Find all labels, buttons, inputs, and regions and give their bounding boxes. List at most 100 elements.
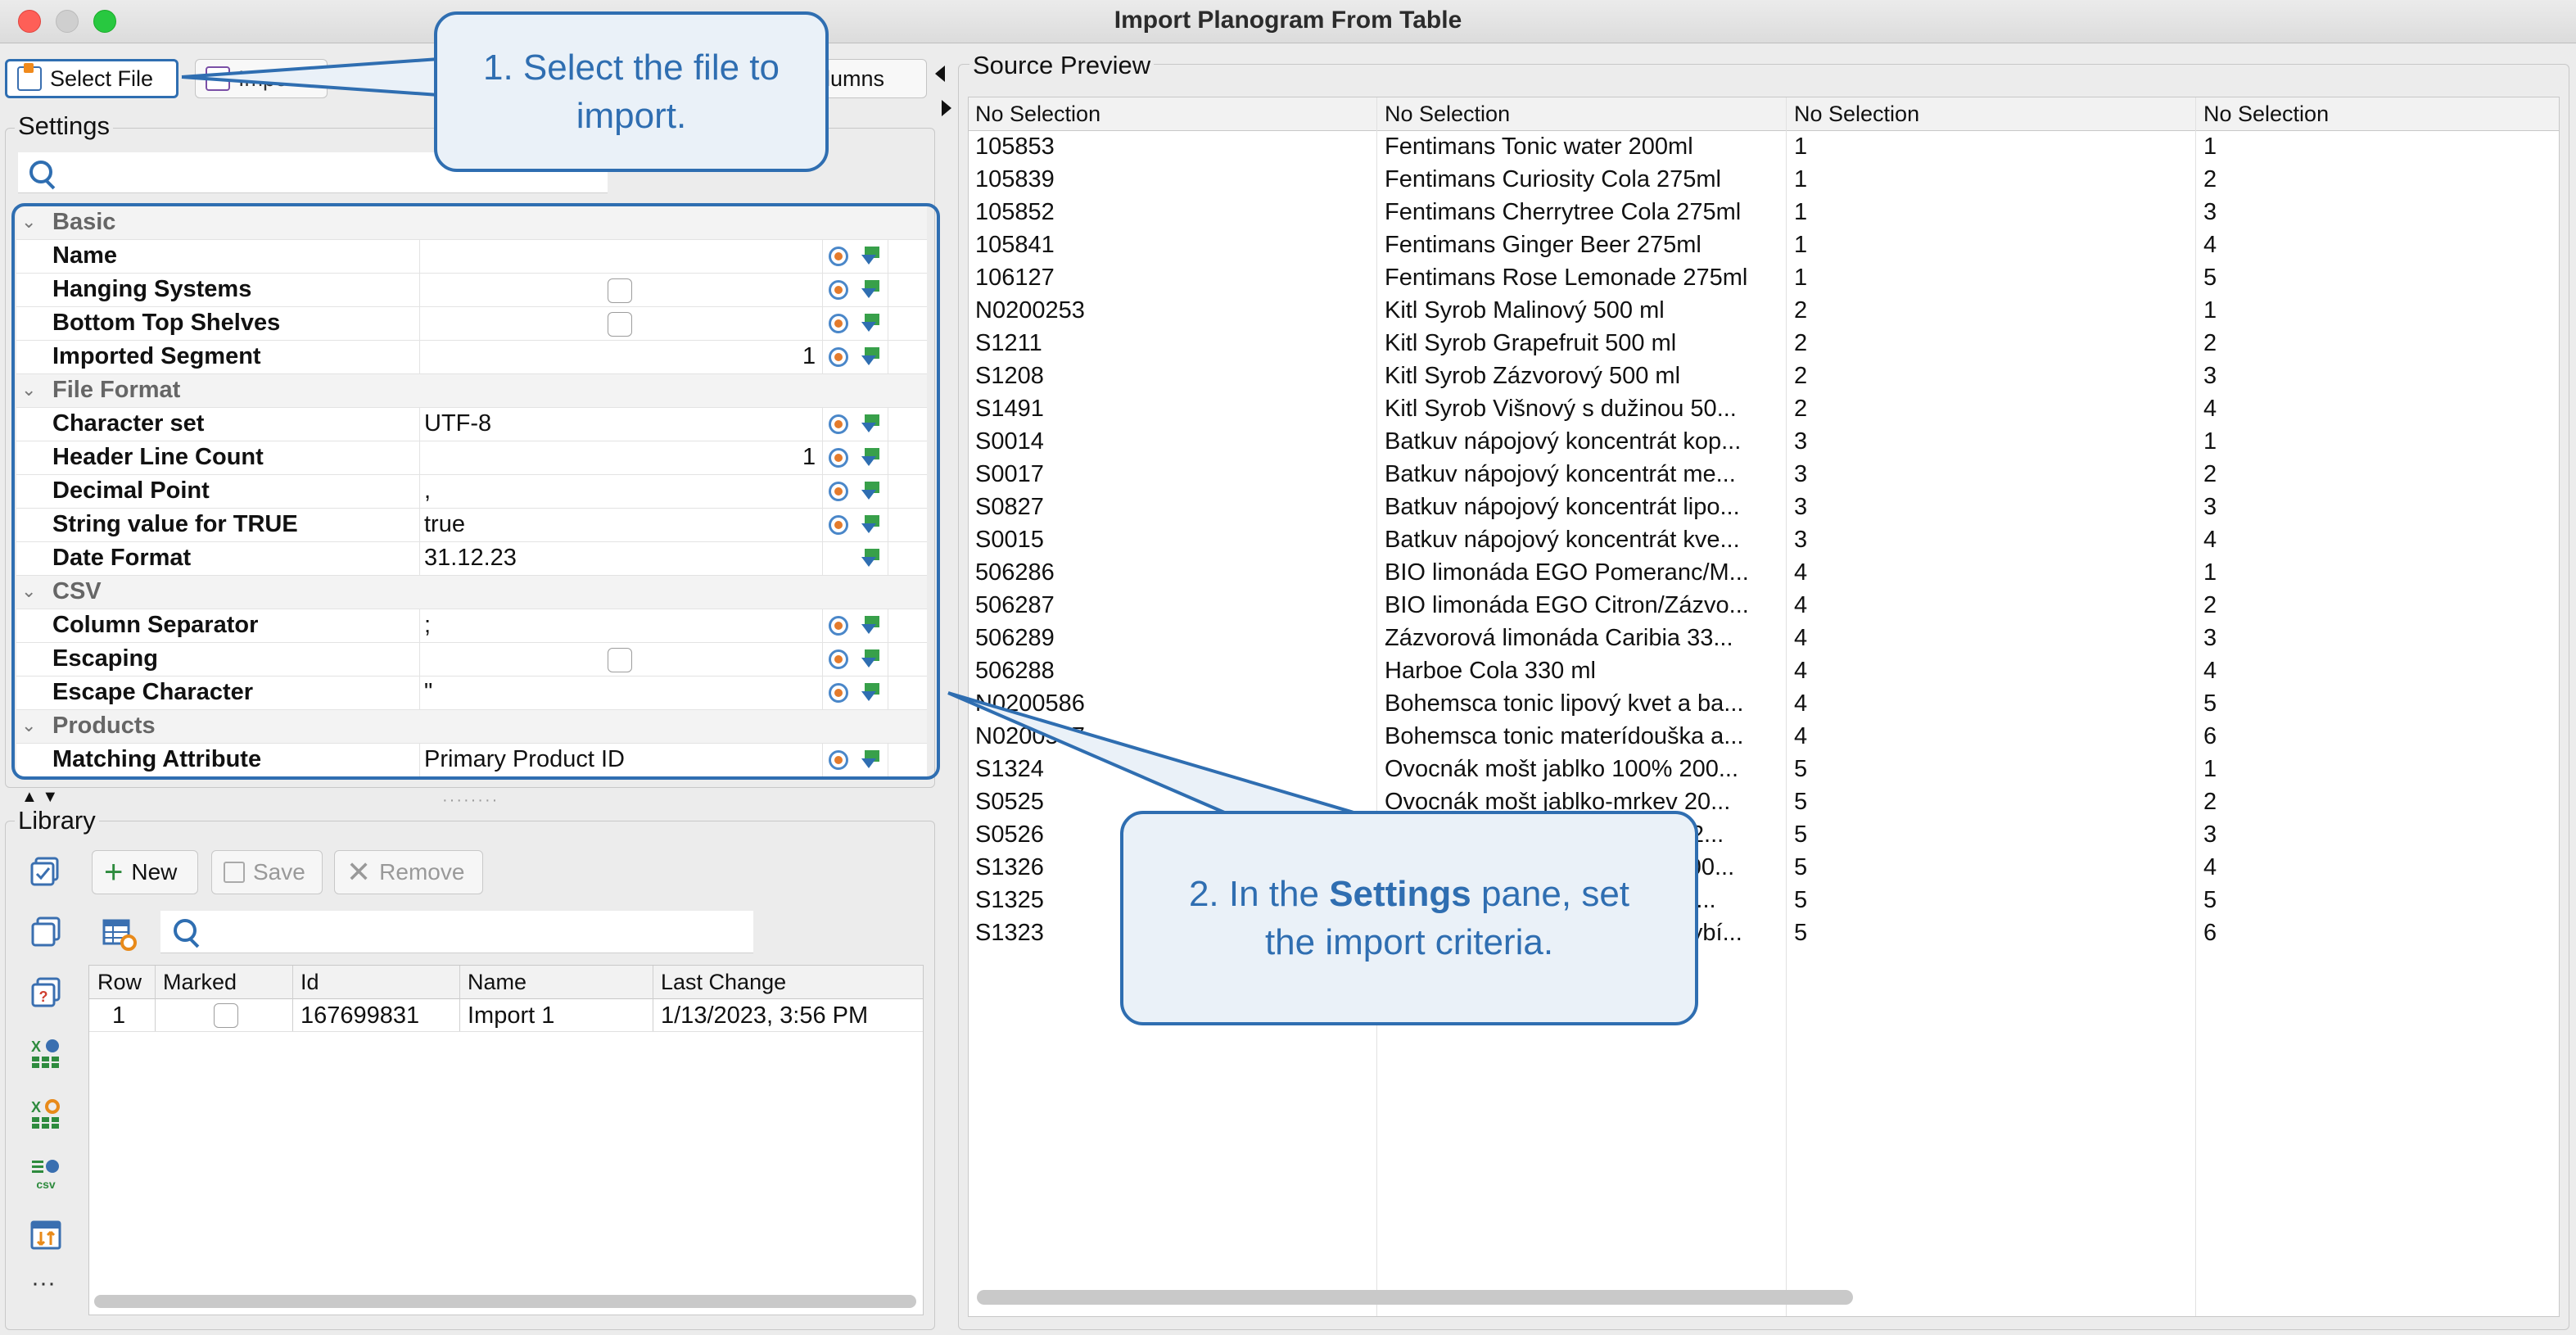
preview-column-header-4[interactable]: No Selection [2203, 102, 2329, 127]
check-list-icon[interactable] [29, 855, 62, 888]
preview-row[interactable]: 105853 Fentimans Tonic water 200ml 1 1 [969, 130, 2559, 163]
property-value[interactable]: " [424, 679, 432, 706]
property-value[interactable]: , [424, 477, 431, 505]
excel-export-icon[interactable]: X [29, 1037, 62, 1070]
settings-property-row[interactable]: Date Format 31.12.23 [16, 542, 927, 576]
reset-default-icon[interactable] [829, 649, 848, 669]
apply-flag-icon[interactable] [861, 749, 883, 770]
settings-property-row[interactable]: Imported Segment 1 [16, 341, 927, 374]
more-icon[interactable]: ··· [31, 1269, 56, 1297]
settings-property-row[interactable]: Name [16, 240, 927, 274]
property-value[interactable]: 1 [802, 444, 816, 471]
preview-row[interactable]: 506287 BIO limonáda EGO Citron/Zázvo... 4 2 [969, 589, 2559, 622]
preview-row[interactable]: 105852 Fentimans Cherrytree Cola 275ml 1 3 [969, 196, 2559, 229]
settings-property-row[interactable]: Escaping [16, 643, 927, 677]
property-value[interactable]: true [424, 511, 465, 538]
new-button[interactable]: + New [92, 850, 198, 894]
table-transfer-icon[interactable] [29, 1219, 62, 1251]
apply-flag-icon[interactable] [861, 278, 883, 300]
select-file-button[interactable]: Select File [5, 59, 179, 98]
import-button[interactable]: Import [195, 59, 328, 98]
apply-flag-icon[interactable] [861, 413, 883, 434]
settings-property-row[interactable]: Column Separator; [16, 609, 927, 643]
preview-row[interactable]: 105841 Fentimans Ginger Beer 275ml 1 4 [969, 229, 2559, 261]
settings-section-header[interactable]: ⌄ File Format [16, 374, 927, 408]
property-checkbox[interactable] [608, 312, 632, 337]
apply-flag-icon[interactable] [861, 547, 883, 568]
property-value[interactable]: UTF-8 [424, 410, 491, 437]
chevron-down-icon[interactable]: ⌄ [21, 379, 36, 400]
column-header-marked[interactable]: Marked [163, 970, 237, 995]
preview-row[interactable]: S1491 Kitl Syrob Višnový s dužinou 50... 2… [969, 392, 2559, 425]
preview-row[interactable]: 506288 Harboe Cola 330 ml 4 4 [969, 654, 2559, 687]
preview-column-header-2[interactable]: No Selection [1385, 102, 1510, 127]
column-header-row[interactable]: Row [97, 970, 142, 995]
preview-row[interactable]: 506286 BIO limonáda EGO Pomeranc/M... 4 1 [969, 556, 2559, 589]
excel-settings-icon[interactable]: X [29, 1097, 62, 1130]
settings-section-header[interactable]: ⌄ Basic [16, 206, 927, 240]
csv-import-icon[interactable]: csv [29, 1158, 62, 1191]
apply-flag-icon[interactable] [861, 346, 883, 367]
preview-row[interactable]: S0015 Batkuv nápojový koncentrát kve... 3 4 [969, 523, 2559, 556]
collapse-left-arrow-icon[interactable] [935, 66, 945, 82]
reset-default-icon[interactable] [829, 414, 848, 434]
expand-right-arrow-icon[interactable] [942, 100, 951, 116]
preview-column-header-1[interactable]: No Selection [975, 102, 1100, 127]
apply-flag-icon[interactable] [861, 446, 883, 468]
marked-checkbox[interactable] [214, 1003, 238, 1028]
split-pane-handle[interactable]: ········ [442, 791, 499, 810]
preview-row[interactable]: 105839 Fentimans Curiosity Cola 275ml 1 2 [969, 163, 2559, 196]
reset-default-icon[interactable] [829, 280, 848, 300]
settings-property-row[interactable]: Hanging Systems [16, 274, 927, 307]
chevron-down-icon[interactable]: ⌄ [21, 715, 36, 736]
reset-default-icon[interactable] [829, 482, 848, 501]
reset-default-icon[interactable] [829, 314, 848, 333]
table-settings-icon[interactable] [102, 916, 138, 952]
settings-property-row[interactable]: Bottom Top Shelves [16, 307, 927, 341]
preview-row[interactable]: S1324 Ovocnák mošt jablko 100% 200... 5 1 [969, 753, 2559, 785]
preview-row[interactable]: S0827 Batkuv nápojový koncentrát lipo... 3… [969, 491, 2559, 523]
column-header-id[interactable]: Id [301, 970, 319, 995]
table-row[interactable]: 1 167699831 Import 1 1/13/2023, 3:56 PM [89, 998, 923, 1032]
settings-property-row[interactable]: Escape Character " [16, 677, 927, 710]
preview-row[interactable]: N0200587 Bohemsca tonic materídouška a...… [969, 720, 2559, 753]
reset-default-icon[interactable] [829, 347, 848, 367]
property-checkbox[interactable] [608, 278, 632, 303]
property-value[interactable]: Primary Product ID [424, 746, 625, 773]
apply-flag-icon[interactable] [861, 614, 883, 636]
property-checkbox[interactable] [608, 648, 632, 672]
preview-row[interactable]: N0200586 Bohemsca tonic lipový kvet a ba.… [969, 687, 2559, 720]
library-search-input[interactable] [160, 911, 753, 953]
preview-row[interactable]: 506289 Zázvorová limonáda Caribia 33... 4 3 [969, 622, 2559, 654]
remove-button[interactable]: ✕ Remove [334, 850, 483, 894]
apply-flag-icon[interactable] [861, 480, 883, 501]
preview-horizontal-scrollbar[interactable] [977, 1290, 1853, 1305]
preview-row[interactable]: N0200253 Kitl Syrob Malinový 500 ml 2 1 [969, 294, 2559, 327]
column-header-last-change[interactable]: Last Change [661, 970, 786, 995]
save-button[interactable]: Save [211, 850, 323, 894]
copy-icon[interactable] [29, 916, 62, 948]
preview-row[interactable]: S0017 Batkuv nápojový koncentrát me... 3 2 [969, 458, 2559, 491]
settings-property-row[interactable]: Header Line Count 1 [16, 441, 927, 475]
preview-row[interactable]: S1211 Kitl Syrob Grapefruit 500 ml 2 2 [969, 327, 2559, 360]
split-pane-arrows-icon[interactable]: ▲ ▼ [21, 788, 58, 807]
reset-default-icon[interactable] [829, 247, 848, 266]
settings-property-row[interactable]: String value for TRUE true [16, 509, 927, 542]
settings-property-row[interactable]: Matching Attribute Primary Product ID [16, 744, 927, 777]
apply-flag-icon[interactable] [861, 312, 883, 333]
property-value[interactable]: ; [424, 612, 431, 639]
property-value[interactable]: 1 [802, 343, 816, 370]
chevron-down-icon[interactable]: ⌄ [21, 581, 36, 602]
settings-property-row[interactable]: Character set UTF-8 [16, 408, 927, 441]
reset-default-icon[interactable] [829, 750, 848, 770]
settings-property-row[interactable]: Decimal Point, [16, 475, 927, 509]
apply-flag-icon[interactable] [861, 514, 883, 535]
apply-flag-icon[interactable] [861, 681, 883, 703]
preview-column-header-3[interactable]: No Selection [1794, 102, 1919, 127]
settings-section-header[interactable]: ⌄ Products [16, 710, 927, 744]
library-horizontal-scrollbar[interactable] [94, 1295, 916, 1308]
reset-default-icon[interactable] [829, 683, 848, 703]
settings-section-header[interactable]: ⌄ CSV [16, 576, 927, 609]
help-icon[interactable]: ? [29, 976, 62, 1009]
reset-default-icon[interactable] [829, 616, 848, 636]
